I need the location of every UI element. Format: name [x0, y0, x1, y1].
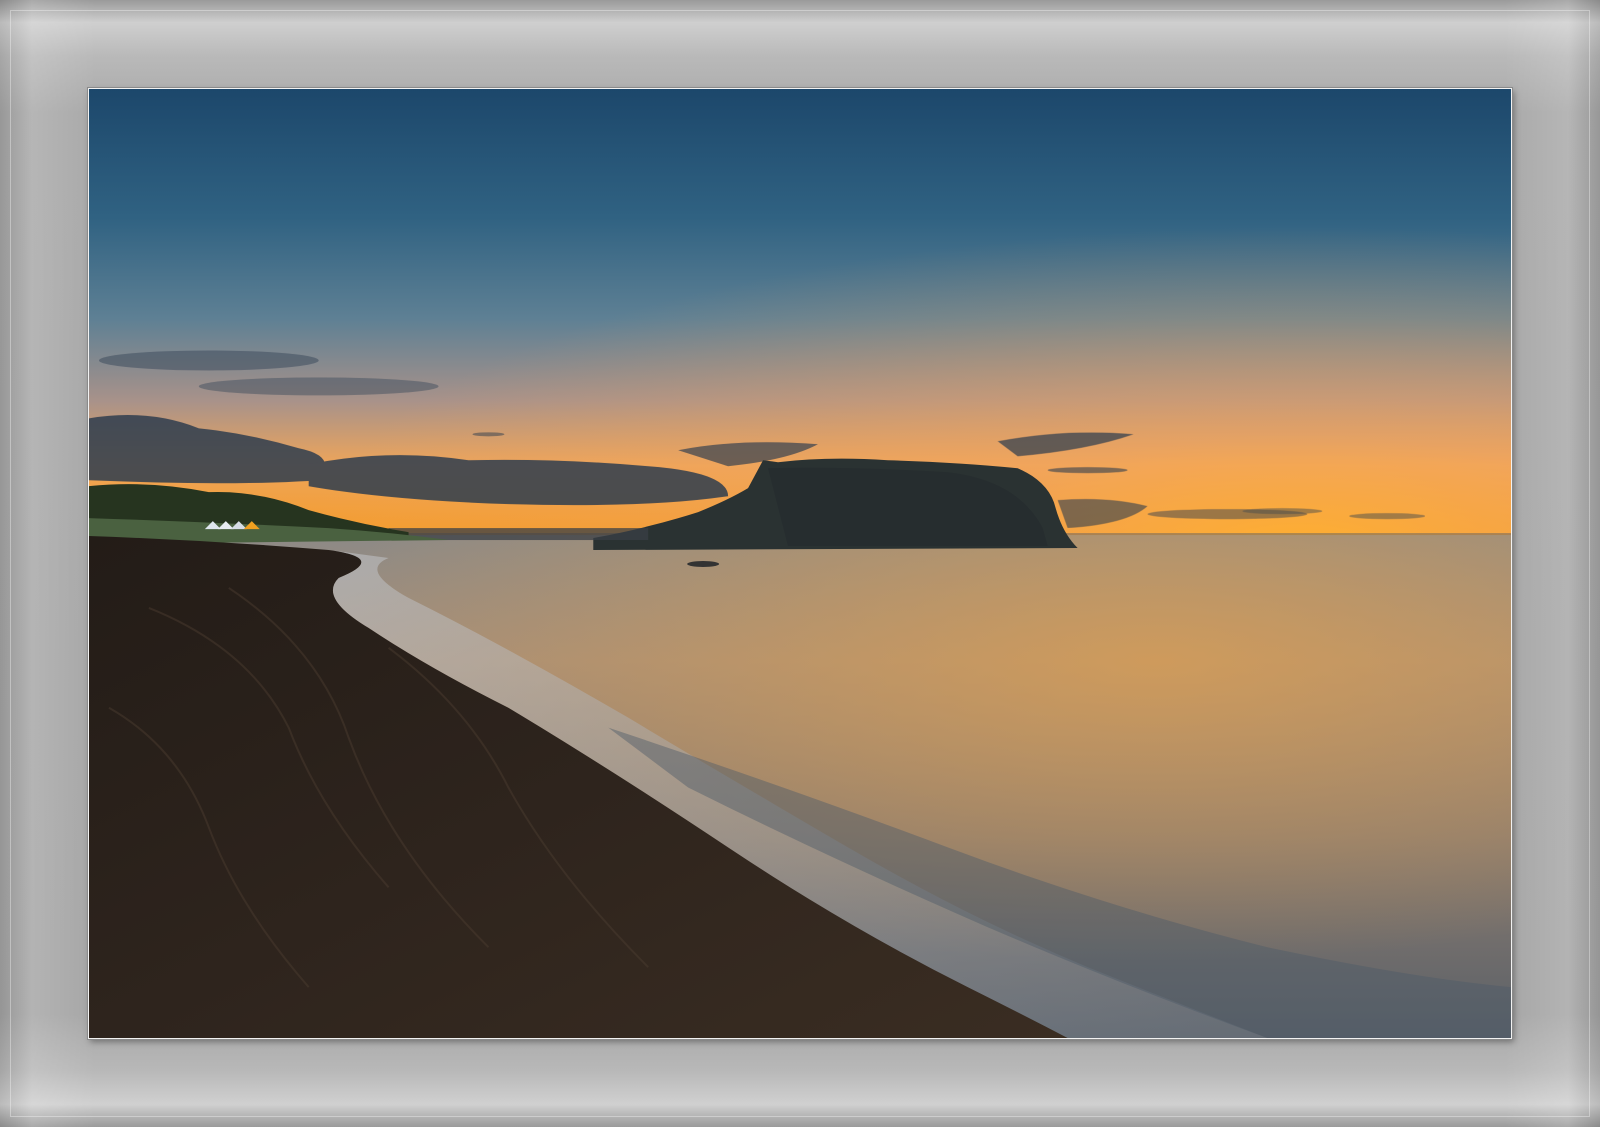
photo: [88, 88, 1512, 1039]
picture-frame: [0, 0, 1600, 1127]
rock: [687, 561, 720, 567]
photo-scene: [89, 89, 1511, 1038]
